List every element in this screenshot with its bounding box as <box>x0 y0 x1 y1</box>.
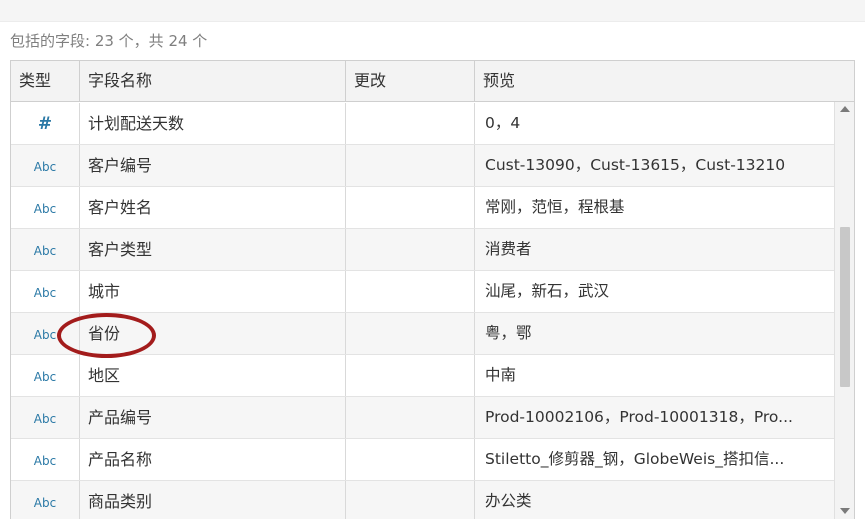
type-cell[interactable]: Abc <box>11 145 80 186</box>
change-cell <box>346 103 475 144</box>
table-body: # 计划配送天数 0，4 Abc 客户编号 Cust-13090，Cust-13… <box>11 102 834 519</box>
change-cell <box>346 397 475 438</box>
table-row[interactable]: Abc 商品类别 办公类 <box>11 481 834 519</box>
type-cell[interactable]: Abc <box>11 481 80 519</box>
string-type-icon[interactable]: Abc <box>34 328 56 342</box>
column-header-field-name[interactable]: 字段名称 <box>80 61 346 101</box>
change-cell <box>346 187 475 228</box>
change-cell <box>346 145 475 186</box>
change-cell <box>346 355 475 396</box>
preview-cell: 常刚，范恒，程根基 <box>485 198 625 216</box>
field-name-cell[interactable]: 客户编号 <box>80 145 346 186</box>
scrollbar-thumb[interactable] <box>840 227 850 387</box>
table-row[interactable]: Abc 客户编号 Cust-13090，Cust-13615，Cust-1321… <box>11 145 834 187</box>
number-type-icon[interactable]: # <box>38 114 52 134</box>
type-cell[interactable]: Abc <box>11 439 80 480</box>
change-cell <box>346 313 475 354</box>
string-type-icon[interactable]: Abc <box>34 202 56 216</box>
preview-cell: Cust-13090，Cust-13615，Cust-13210 <box>485 156 786 174</box>
column-header-preview[interactable]: 预览 <box>475 61 854 101</box>
string-type-icon[interactable]: Abc <box>34 286 56 300</box>
fields-table: 类型 字段名称 更改 预览 # 计划配送天数 0，4 Abc 客户编号 Cust… <box>10 60 855 519</box>
table-row[interactable]: Abc 城市 汕尾，新石，武汉 <box>11 271 834 313</box>
change-cell <box>346 481 475 519</box>
type-cell[interactable]: # <box>11 103 80 144</box>
vertical-scrollbar[interactable] <box>834 102 854 519</box>
table-row[interactable]: Abc 省份 粤，鄂 <box>11 313 834 355</box>
preview-cell: 中南 <box>485 366 517 384</box>
string-type-icon[interactable]: Abc <box>34 454 56 468</box>
included-fields-summary: 包括的字段: 23 个，共 24 个 <box>10 32 208 50</box>
field-name-cell[interactable]: 客户姓名 <box>80 187 346 228</box>
field-name-cell[interactable]: 地区 <box>80 355 346 396</box>
preview-cell: 0，4 <box>485 114 521 132</box>
top-strip <box>0 0 865 22</box>
type-cell[interactable]: Abc <box>11 355 80 396</box>
field-name-cell[interactable]: 产品名称 <box>80 439 346 480</box>
change-cell <box>346 271 475 312</box>
preview-cell: 汕尾，新石，武汉 <box>485 282 610 300</box>
change-cell <box>346 439 475 480</box>
change-cell <box>346 229 475 270</box>
column-header-change[interactable]: 更改 <box>346 61 475 101</box>
table-row[interactable]: Abc 产品名称 Stiletto_修剪器_钢，GlobeWeis_搭扣信... <box>11 439 834 481</box>
field-name-cell[interactable]: 产品编号 <box>80 397 346 438</box>
column-header-type[interactable]: 类型 <box>11 61 80 101</box>
string-type-icon[interactable]: Abc <box>34 412 56 426</box>
type-cell[interactable]: Abc <box>11 397 80 438</box>
table-row[interactable]: Abc 地区 中南 <box>11 355 834 397</box>
scroll-up-arrow-icon[interactable] <box>840 106 850 112</box>
type-cell[interactable]: Abc <box>11 271 80 312</box>
preview-cell: 粤，鄂 <box>485 324 532 342</box>
string-type-icon[interactable]: Abc <box>34 370 56 384</box>
field-name-cell[interactable]: 客户类型 <box>80 229 346 270</box>
preview-cell: Prod-10002106，Prod-10001318，Pro... <box>485 408 793 426</box>
scroll-down-arrow-icon[interactable] <box>840 508 850 514</box>
table-header: 类型 字段名称 更改 预览 <box>11 61 854 102</box>
table-row[interactable]: Abc 产品编号 Prod-10002106，Prod-10001318，Pro… <box>11 397 834 439</box>
field-name-cell[interactable]: 商品类别 <box>80 481 346 519</box>
type-cell[interactable]: Abc <box>11 229 80 270</box>
string-type-icon[interactable]: Abc <box>34 496 56 510</box>
table-row[interactable]: Abc 客户类型 消费者 <box>11 229 834 271</box>
field-name-cell[interactable]: 计划配送天数 <box>80 103 346 144</box>
table-row[interactable]: Abc 客户姓名 常刚，范恒，程根基 <box>11 187 834 229</box>
field-name-cell[interactable]: 城市 <box>80 271 346 312</box>
preview-cell: 办公类 <box>485 492 532 510</box>
preview-cell: Stiletto_修剪器_钢，GlobeWeis_搭扣信... <box>485 450 785 468</box>
string-type-icon[interactable]: Abc <box>34 244 56 258</box>
type-cell[interactable]: Abc <box>11 187 80 228</box>
field-name-cell[interactable]: 省份 <box>80 313 346 354</box>
string-type-icon[interactable]: Abc <box>34 160 56 174</box>
table-row[interactable]: # 计划配送天数 0，4 <box>11 103 834 145</box>
type-cell[interactable]: Abc <box>11 313 80 354</box>
preview-cell: 消费者 <box>485 240 532 258</box>
